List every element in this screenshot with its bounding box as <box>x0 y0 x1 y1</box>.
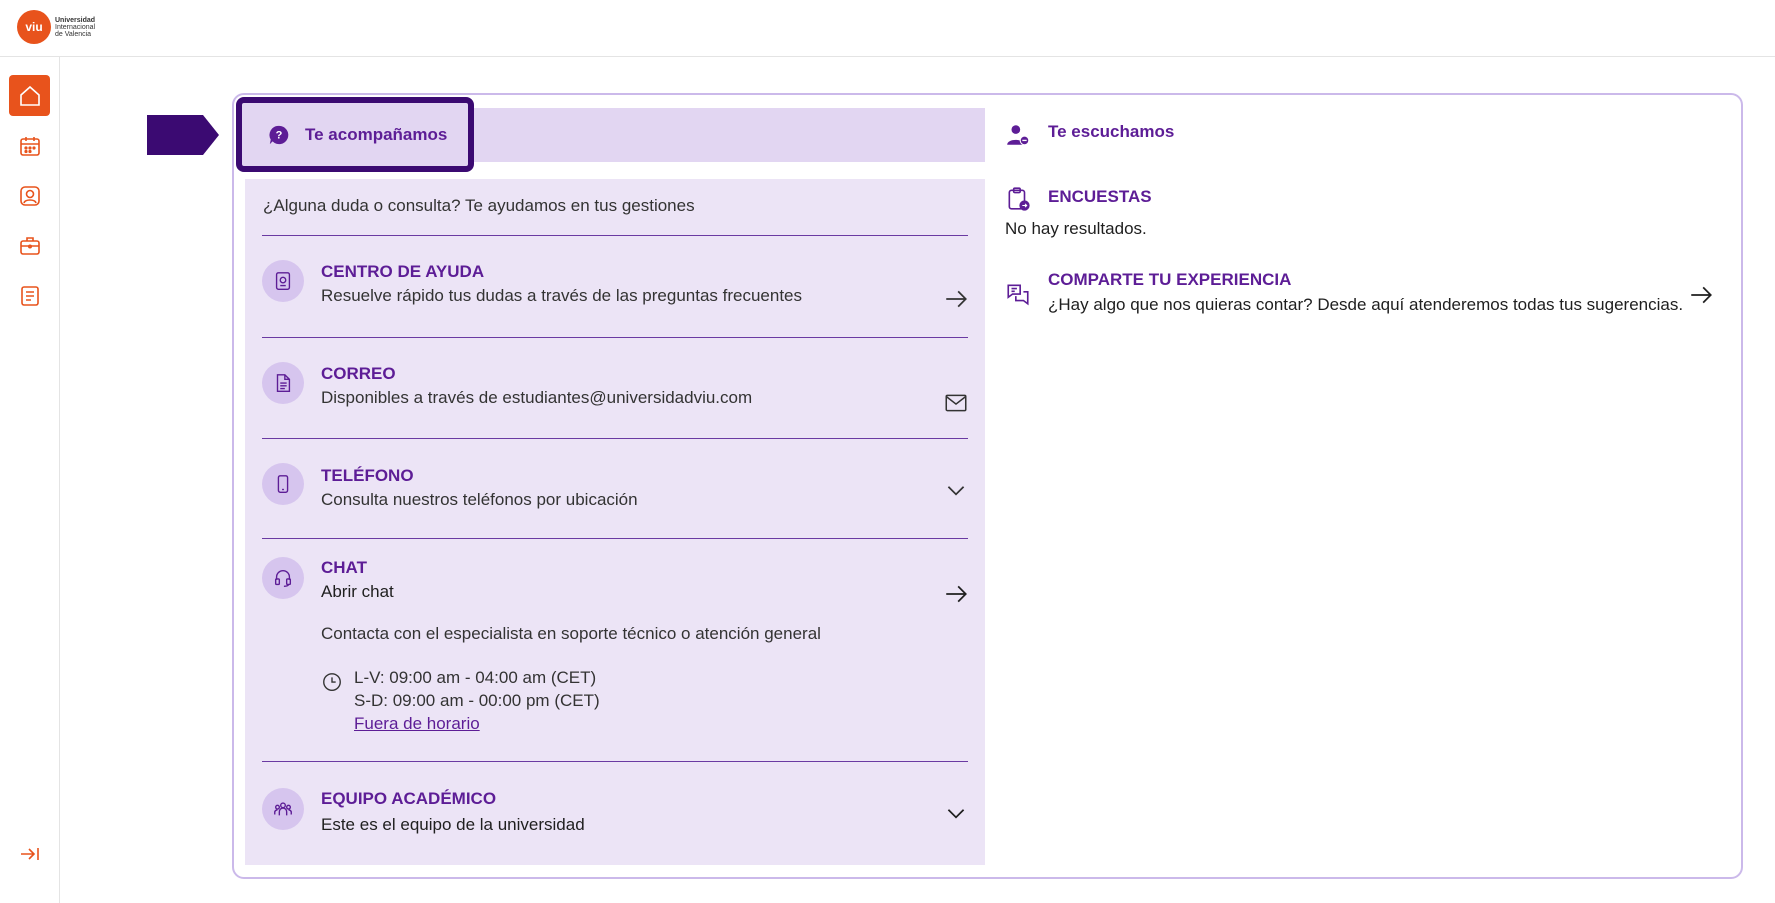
hours-weekend: S-D: 09:00 am - 00:00 pm (CET) <box>354 691 600 710</box>
sidebar-item-document[interactable] <box>9 275 50 316</box>
help-center-subtitle: Resuelve rápido tus dudas a través de la… <box>321 286 803 305</box>
chat-description: Contacta con el especialista en soporte … <box>321 624 821 643</box>
mail-document-icon <box>262 362 304 404</box>
top-bar: viu Universidad Internacional de Valenci… <box>0 0 1775 57</box>
calendar-icon <box>19 136 40 156</box>
surveys-title: ENCUESTAS <box>1048 187 1152 206</box>
help-center-icon <box>262 260 304 302</box>
chat-open-label[interactable]: Abrir chat <box>321 582 394 602</box>
home-icon <box>19 85 40 106</box>
chevron-down-icon[interactable] <box>943 477 969 503</box>
profile-icon <box>19 185 40 206</box>
envelope-icon[interactable] <box>943 390 969 416</box>
surveys-empty: No hay resultados. <box>1005 219 1147 238</box>
sidebar-collapse-button[interactable] <box>9 833 50 874</box>
listen-title: Te escuchamos <box>1048 122 1175 141</box>
sidebar-item-home[interactable] <box>9 75 50 116</box>
divider <box>262 438 968 439</box>
svg-text:?: ? <box>276 129 283 141</box>
phone-title: TELÉFONO <box>321 466 414 485</box>
sidebar-item-profile[interactable] <box>9 175 50 216</box>
arrow-right-icon[interactable] <box>943 581 969 607</box>
out-of-hours-link[interactable]: Fuera de horario <box>354 714 480 734</box>
sidebar <box>0 57 60 903</box>
arrow-right-icon[interactable] <box>943 286 969 312</box>
tab-label: Te acompañamos <box>305 124 448 144</box>
hours-weekdays: L-V: 09:00 am - 04:00 am (CET) <box>354 668 597 687</box>
academic-team-title: EQUIPO ACADÉMICO <box>321 789 497 808</box>
divider <box>262 235 968 236</box>
survey-clipboard-icon <box>1008 187 1030 211</box>
email-title: CORREO <box>321 364 396 383</box>
university-logo[interactable]: viu Universidad Internacional de Valenci… <box>17 10 95 44</box>
support-card: ¿Alguna duda o consulta? Te ayudamos en … <box>245 179 985 865</box>
pointer-arrow-icon <box>147 115 219 155</box>
logo-line3: de Valencia <box>55 30 92 38</box>
document-icon <box>20 285 39 306</box>
phone-icon <box>262 463 304 505</box>
clock-icon <box>323 673 341 691</box>
divider <box>262 538 968 539</box>
sidebar-item-briefcase[interactable] <box>9 225 50 266</box>
user-feedback-icon <box>1007 125 1030 146</box>
logo-mark: viu <box>17 10 51 44</box>
arrow-right-icon[interactable] <box>1688 282 1714 308</box>
chat-bubbles-icon <box>1007 284 1029 306</box>
collapse-arrow-icon <box>20 847 39 860</box>
sidebar-item-calendar[interactable] <box>9 125 50 166</box>
team-icon <box>262 788 304 830</box>
divider <box>262 761 968 762</box>
divider <box>262 337 968 338</box>
headset-icon <box>262 557 304 599</box>
logo-line2: Internacional <box>55 23 96 31</box>
help-center-title: CENTRO DE AYUDA <box>321 262 485 281</box>
phone-subtitle: Consulta nuestros teléfonos por ubicació… <box>321 490 638 509</box>
share-experience-title: COMPARTE TU EXPERIENCIA <box>1048 270 1292 289</box>
question-bubble-icon: ? <box>269 125 289 144</box>
academic-team-subtitle: Este es el equipo de la universidad <box>321 815 585 834</box>
logo-line1: Universidad <box>55 16 96 24</box>
tab-te-acompanamos[interactable]: ? Te acompañamos <box>236 97 474 172</box>
share-experience-text: ¿Hay algo que nos quieras contar? Desde … <box>1048 295 1684 314</box>
chat-title: CHAT <box>321 558 367 577</box>
support-intro: ¿Alguna duda o consulta? Te ayudamos en … <box>263 196 695 215</box>
briefcase-icon <box>19 236 40 255</box>
email-subtitle: Disponibles a través de estudiantes@univ… <box>321 388 753 407</box>
chevron-down-icon[interactable] <box>943 800 969 826</box>
